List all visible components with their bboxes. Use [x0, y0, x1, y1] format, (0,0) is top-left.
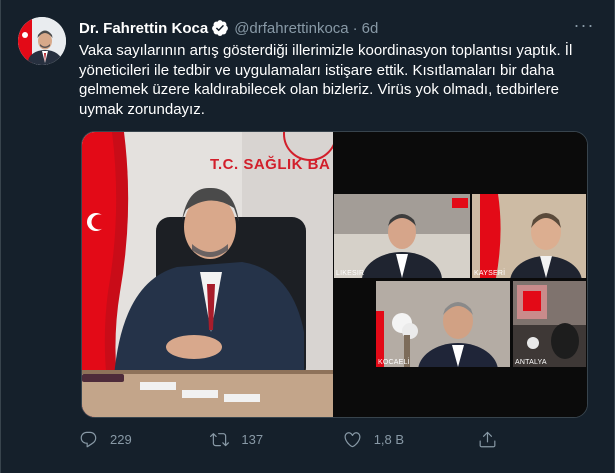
- tweet-actions: 229 137 1,8 B: [79, 428, 509, 450]
- video-tile: KAYSERİ: [472, 194, 586, 278]
- author-name[interactable]: Dr. Fahrettin Koca: [79, 20, 208, 37]
- avatar-image: [18, 17, 66, 65]
- more-icon[interactable]: ···: [570, 14, 598, 36]
- tweet-media[interactable]: T.C. SAĞLIK BA LIKESIR KAYSERİ KOCAELİ A…: [81, 131, 588, 418]
- video-tile: KOCAELİ: [376, 281, 510, 367]
- retweet-icon: [210, 432, 230, 446]
- video-tile: LIKESIR: [334, 194, 470, 278]
- reply-icon: [80, 431, 97, 447]
- video-tile-label: KOCAELİ: [378, 359, 410, 366]
- video-tile-label: ANTALYA: [515, 359, 547, 366]
- video-tile-label: LIKESIR: [336, 270, 365, 277]
- tweet[interactable]: Dr. Fahrettin Koca @drfahrettinkoca · 6d…: [0, 0, 615, 473]
- reply-button[interactable]: 229: [79, 430, 210, 449]
- video-conference-grid: LIKESIR KAYSERİ KOCAELİ ANTALYA: [333, 132, 587, 417]
- tweet-text: Vaka sayılarının artış gösterdiği illeri…: [79, 42, 573, 118]
- like-button[interactable]: 1,8 B: [343, 430, 478, 449]
- share-icon: [479, 431, 496, 447]
- tweet-time[interactable]: 6d: [362, 20, 379, 37]
- photo-minister-at-desk: T.C. SAĞLIK BA: [82, 132, 333, 417]
- tweet-header: Dr. Fahrettin Koca @drfahrettinkoca · 6d: [79, 18, 378, 38]
- reply-count: 229: [110, 431, 132, 447]
- verified-badge-icon: [211, 19, 229, 37]
- ministry-sign-text: T.C. SAĞLIK BA: [210, 156, 331, 173]
- retweet-button[interactable]: 137: [210, 430, 342, 449]
- heart-icon: [344, 431, 361, 447]
- avatar[interactable]: [18, 17, 66, 65]
- retweet-count: 137: [241, 431, 264, 447]
- author-handle[interactable]: @drfahrettinkoca: [234, 20, 348, 37]
- video-tile-label: KAYSERİ: [474, 270, 506, 277]
- separator-dot: ·: [352, 19, 358, 37]
- like-count: 1,8 B: [373, 431, 405, 447]
- share-button[interactable]: [478, 430, 509, 449]
- video-tile: ANTALYA: [513, 281, 586, 367]
